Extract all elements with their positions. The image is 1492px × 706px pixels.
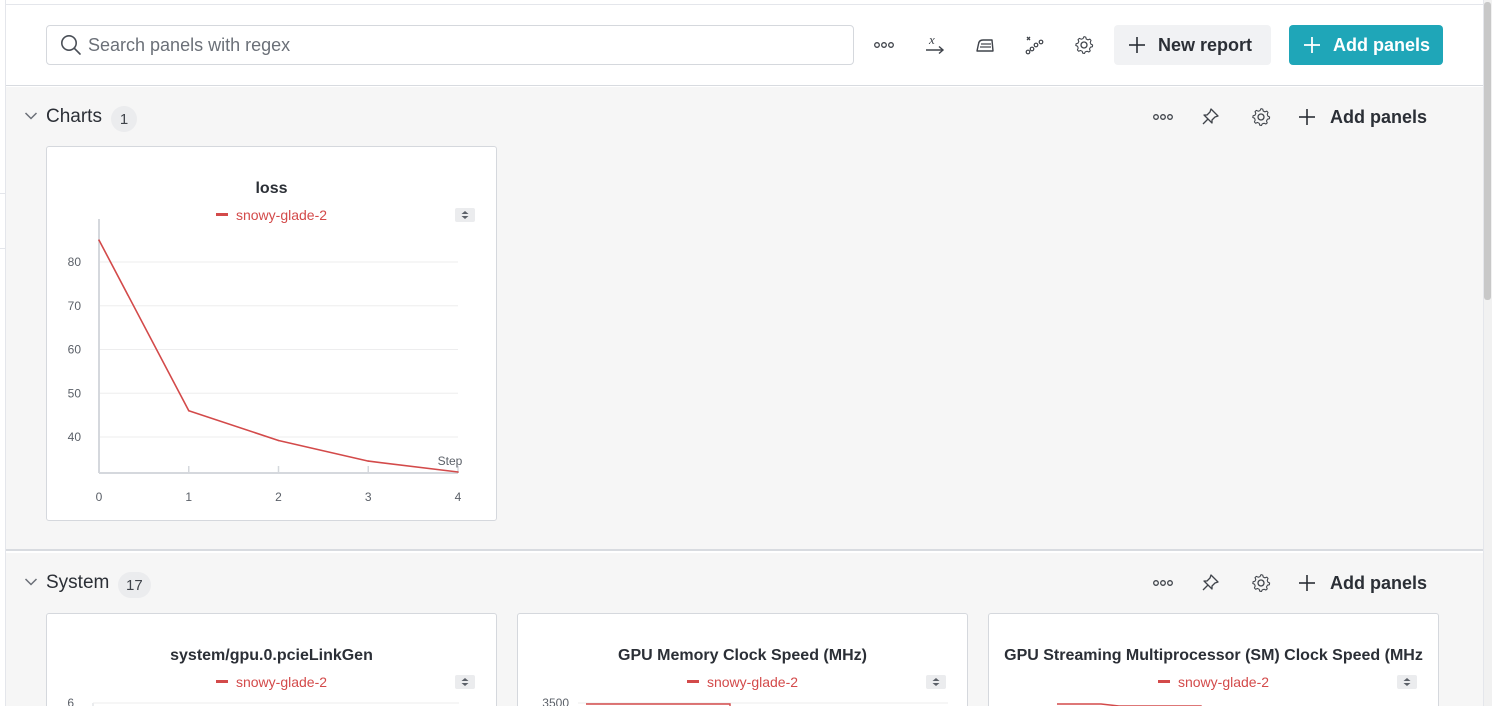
new-report-button[interactable]: New report xyxy=(1114,25,1271,65)
pin-icon xyxy=(1202,574,1219,591)
smoothing-icon xyxy=(976,39,994,52)
loss-chart-panel[interactable]: loss snowy-glade-2 40 50 60 70 80 0 1 2 3 4 Step xyxy=(46,146,497,521)
section-more-button[interactable] xyxy=(1145,565,1181,601)
search-input[interactable] xyxy=(88,34,788,56)
plus-icon xyxy=(1304,37,1320,53)
memory-clock-line-chart[interactable]: 3500 xyxy=(518,614,968,706)
scrollbar[interactable] xyxy=(1483,0,1492,706)
x-axis-icon: x xyxy=(926,34,945,55)
search-box[interactable] xyxy=(46,25,854,65)
x-axis-label: Step xyxy=(438,454,463,468)
data-point xyxy=(98,239,100,241)
panel-count-badge: 17 xyxy=(118,572,151,598)
section-title[interactable]: Charts xyxy=(46,106,102,128)
y-tick-label: 50 xyxy=(68,386,82,400)
y-tick-label: 40 xyxy=(68,430,82,444)
section-add-panels-button[interactable]: Add panels xyxy=(1298,565,1427,601)
section-title[interactable]: System xyxy=(46,572,109,594)
outliers-icon xyxy=(1025,36,1044,55)
x-tick-label: 1 xyxy=(185,490,192,504)
x-tick-label: 4 xyxy=(455,490,462,504)
section-unpin-button[interactable] xyxy=(1192,565,1228,601)
sm-clock-line-chart[interactable] xyxy=(989,614,1439,706)
data-point xyxy=(457,471,459,473)
more-options-button[interactable] xyxy=(866,27,902,63)
svg-text:x: x xyxy=(928,34,935,47)
section-settings-button[interactable] xyxy=(1243,99,1279,135)
more-icon xyxy=(1153,580,1173,586)
x-tick-label: 2 xyxy=(275,490,282,504)
gpu-memory-clock-panel[interactable]: GPU Memory Clock Speed (MHz) snowy-glade… xyxy=(517,613,968,706)
more-icon xyxy=(874,42,894,48)
section-add-panels-button[interactable]: Add panels xyxy=(1298,99,1427,135)
data-point xyxy=(187,409,190,412)
x-axis-button[interactable]: x xyxy=(917,27,953,63)
section-more-button[interactable] xyxy=(1145,99,1181,135)
charts-section: Charts 1 Add panels loss snowy-glade-2 4… xyxy=(6,87,1483,551)
gear-icon xyxy=(1252,108,1271,126)
more-icon xyxy=(1153,114,1173,120)
scrollbar-thumb[interactable] xyxy=(1484,2,1491,300)
chevron-down-icon[interactable] xyxy=(24,111,38,121)
section-unpin-button[interactable] xyxy=(1192,99,1228,135)
outliers-button[interactable] xyxy=(1017,27,1053,63)
plus-icon xyxy=(1299,575,1315,591)
section-add-panels-label: Add panels xyxy=(1330,106,1428,127)
workspace-toolbar: x New report xyxy=(6,5,1483,86)
settings-button[interactable] xyxy=(1066,27,1102,63)
section-settings-button[interactable] xyxy=(1243,565,1279,601)
add-panels-label: Add panels xyxy=(1333,34,1431,55)
data-point xyxy=(367,460,370,462)
y-tick-label: 80 xyxy=(68,255,82,269)
y-tick-label: 3500 xyxy=(542,696,569,706)
plus-icon xyxy=(1299,109,1315,125)
system-section: System 17 Add panels system/gpu.0.pcieLi… xyxy=(6,553,1483,706)
gear-icon xyxy=(1075,36,1094,54)
add-panels-button[interactable]: Add panels xyxy=(1289,25,1443,65)
y-tick-label: 60 xyxy=(68,343,82,357)
data-point xyxy=(277,439,280,442)
gpu-sm-clock-panel[interactable]: GPU Streaming Multiprocessor (SM) Clock … xyxy=(988,613,1439,706)
pin-icon xyxy=(1202,108,1219,125)
x-tick-label: 3 xyxy=(365,490,372,504)
chevron-down-icon[interactable] xyxy=(24,577,38,587)
gear-icon xyxy=(1252,574,1271,592)
panel-count-badge: 1 xyxy=(111,106,137,132)
search-icon xyxy=(61,35,81,55)
new-report-label: New report xyxy=(1158,34,1253,55)
loss-line-chart[interactable]: 40 50 60 70 80 0 1 2 3 4 Step xyxy=(47,147,497,521)
section-add-panels-label: Add panels xyxy=(1330,572,1428,593)
y-tick-label: 6 xyxy=(67,696,74,706)
pcie-link-gen-panel[interactable]: system/gpu.0.pcieLinkGen snowy-glade-2 6 xyxy=(46,613,497,706)
x-tick-label: 0 xyxy=(96,490,103,504)
pcie-line-chart[interactable]: 6 xyxy=(47,614,497,706)
plus-icon xyxy=(1129,37,1145,53)
smoothing-button[interactable] xyxy=(967,27,1003,63)
y-tick-label: 70 xyxy=(68,299,82,313)
